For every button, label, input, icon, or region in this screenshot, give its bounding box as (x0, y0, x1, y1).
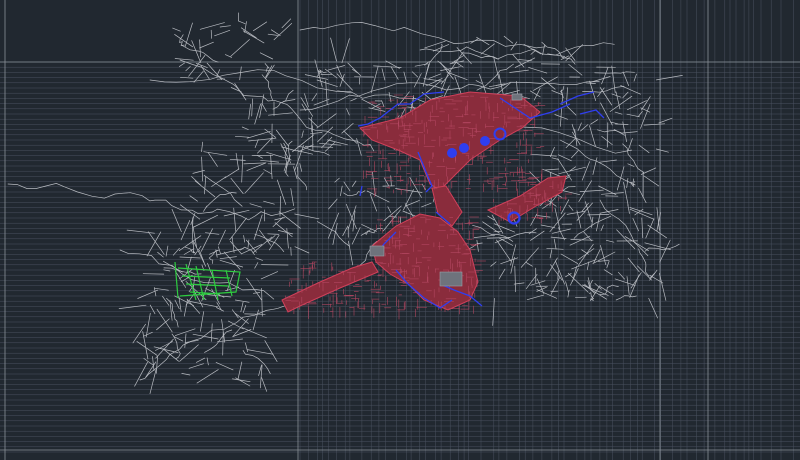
circle-marker-icon[interactable] (447, 148, 457, 158)
circle-marker-icon[interactable] (459, 143, 469, 153)
cad-drawing[interactable] (0, 0, 800, 460)
circle-marker-icon[interactable] (480, 136, 490, 146)
model-space-canvas[interactable] (0, 0, 800, 460)
